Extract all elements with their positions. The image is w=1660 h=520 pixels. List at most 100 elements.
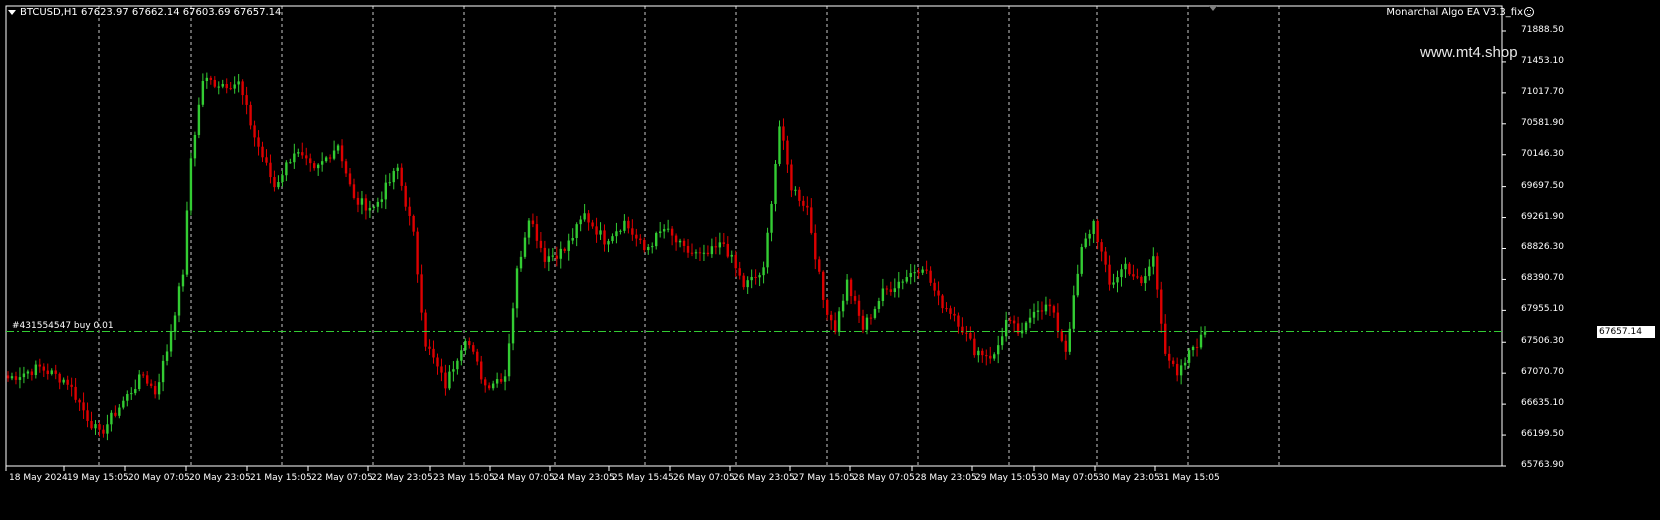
candle [440, 358, 443, 382]
candle [241, 79, 244, 105]
candle [587, 210, 590, 231]
time-label: 22 May 23:05 [371, 473, 433, 483]
expert-advisor-label[interactable]: Monarchal Algo EA V3.3_fix [1386, 7, 1534, 19]
candle [1108, 255, 1111, 291]
candle [1144, 268, 1147, 291]
time-label: 24 May 23:05 [553, 473, 615, 483]
candle [639, 234, 642, 244]
candle [770, 200, 773, 242]
candle [229, 82, 232, 91]
candle [1140, 275, 1143, 286]
candle [786, 135, 789, 173]
candle [881, 278, 885, 307]
candle [316, 163, 320, 176]
candle [718, 232, 722, 255]
candle [734, 250, 737, 277]
candle [1008, 316, 1012, 324]
candle [344, 158, 348, 178]
candle [249, 101, 252, 130]
candle [826, 298, 829, 321]
candle [348, 167, 352, 187]
candle [217, 81, 220, 95]
candle [1020, 322, 1024, 338]
candle [14, 371, 18, 385]
candle [456, 358, 459, 375]
candle [70, 377, 73, 397]
candle [336, 143, 340, 154]
candle [38, 358, 42, 373]
watermark-text: www.mt4.shop [1420, 44, 1518, 61]
candle [1116, 270, 1119, 293]
candlestick-chart[interactable] [0, 0, 1660, 520]
candle [1092, 219, 1095, 243]
time-label: 27 May 15:05 [793, 473, 855, 483]
candle [1100, 238, 1103, 262]
candle [623, 214, 626, 234]
candle [1016, 316, 1020, 336]
candle [754, 269, 757, 285]
candle [503, 369, 507, 391]
candle [841, 294, 845, 318]
candle [46, 363, 49, 380]
candle [460, 345, 463, 366]
time-label: 26 May 07:05 [673, 473, 735, 483]
candle [547, 248, 551, 272]
candle [448, 365, 451, 391]
candle [611, 233, 614, 244]
candle [233, 76, 236, 94]
candle [301, 142, 304, 159]
price-label: 68826.30 [1521, 242, 1564, 253]
candle [309, 153, 312, 172]
candle [472, 342, 475, 355]
time-label: 28 May 23:05 [915, 473, 977, 483]
candle [1072, 285, 1075, 333]
candle [58, 372, 61, 390]
price-label: 71888.50 [1521, 25, 1564, 35]
candle [289, 158, 292, 164]
candle [257, 130, 260, 156]
smiley-icon[interactable] [1524, 7, 1534, 17]
candle [436, 353, 439, 375]
candle [1183, 357, 1187, 370]
candle [1052, 304, 1056, 318]
candle [388, 173, 391, 187]
candle [281, 169, 284, 187]
candle [655, 231, 658, 250]
candle [738, 261, 741, 280]
candle [126, 390, 129, 407]
candle [746, 276, 749, 294]
candle [1195, 338, 1199, 357]
candle [1187, 347, 1191, 368]
candle [495, 372, 499, 388]
time-label: 30 May 07:05 [1037, 473, 1099, 483]
candle [1171, 357, 1175, 367]
candle [118, 404, 121, 419]
candle [523, 232, 527, 259]
collapse-triangle-icon[interactable] [8, 9, 16, 15]
candle [1164, 314, 1167, 357]
candle [1060, 328, 1064, 343]
candle [933, 278, 936, 297]
chart-window[interactable]: BTCUSD,H1 67623.97 67662.14 67603.69 676… [0, 0, 1660, 520]
candle [142, 371, 145, 378]
candle [106, 414, 109, 441]
candle [165, 344, 169, 366]
candle [22, 366, 26, 384]
candle [177, 282, 181, 323]
symbol-info[interactable]: BTCUSD,H1 67623.97 67662.14 67603.69 676… [8, 7, 281, 19]
candle [539, 232, 543, 253]
time-label: 30 May 23:05 [1098, 473, 1160, 483]
order-line-label[interactable]: #431554547 buy 0.01 [12, 321, 114, 331]
candle [507, 333, 511, 382]
candle [1160, 281, 1163, 333]
candle [515, 265, 519, 318]
candle [790, 159, 793, 198]
candle [408, 197, 411, 226]
candle [94, 420, 97, 435]
candle [674, 233, 678, 251]
candle [416, 227, 419, 283]
time-label: 26 May 23:05 [733, 473, 795, 483]
price-label: 68390.70 [1521, 273, 1564, 284]
candle [1132, 264, 1135, 280]
candle [989, 346, 992, 364]
